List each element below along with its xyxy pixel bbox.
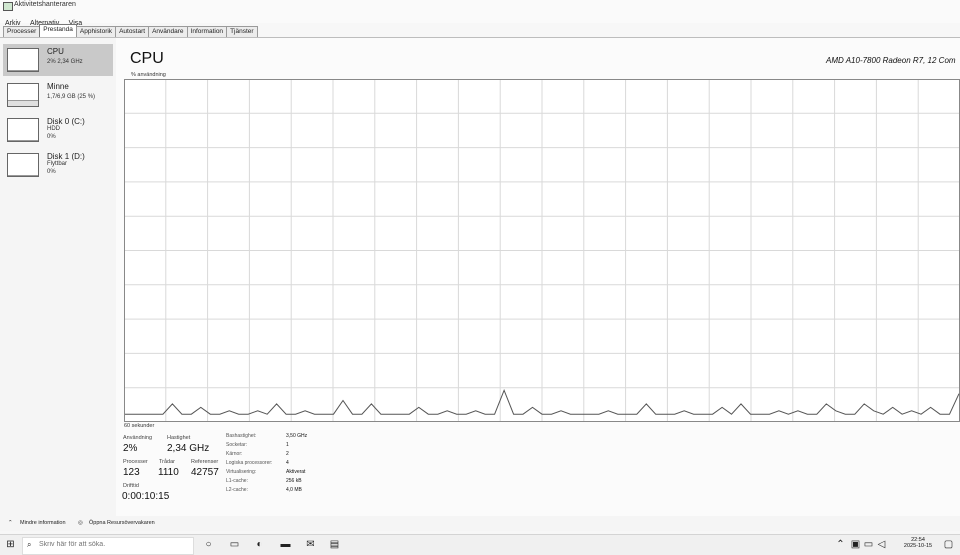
speed-label: Hastighet bbox=[167, 435, 191, 441]
uptime-label: Drifttid bbox=[123, 483, 139, 489]
sidebar-item-detail: HDD bbox=[47, 126, 60, 132]
sidebar-item-disk1[interactable]: Disk 1 (D:) Flyttbar 0% bbox=[3, 149, 113, 181]
graph-time-label: 60 sekunder bbox=[124, 423, 155, 429]
tab-information[interactable]: Information bbox=[186, 26, 228, 37]
base-speed-label: Bashastighet: bbox=[226, 433, 257, 439]
sidebar-item-detail: 1,7/6,9 GB (25 %) bbox=[47, 94, 96, 100]
tray-chevron-icon[interactable]: ⌃ bbox=[835, 539, 846, 550]
virtualization-label: Virtualisering: bbox=[226, 469, 257, 475]
cortana-icon[interactable]: ○ bbox=[203, 539, 214, 550]
sidebar-item-memory[interactable]: Minne 1,7/6,9 GB (25 %) bbox=[3, 79, 113, 111]
disk1-thumbnail bbox=[7, 153, 39, 177]
sidebar-item-detail: 2% 2,34 GHz bbox=[47, 59, 83, 65]
l2-cache-value: 4,0 MB bbox=[286, 487, 302, 493]
battery-icon[interactable]: ▭ bbox=[863, 539, 874, 550]
sidebar-item-cpu[interactable]: CPU 2% 2,34 GHz bbox=[3, 44, 113, 76]
tab-apphistorik[interactable]: Apphistorik bbox=[75, 26, 117, 37]
tab-prestanda[interactable]: Prestanda bbox=[39, 24, 77, 37]
handles-value: 42757 bbox=[191, 467, 219, 478]
usage-label: Användning bbox=[123, 435, 153, 441]
file-explorer-icon[interactable]: ▬ bbox=[280, 539, 291, 550]
sockets-label: Socketar: bbox=[226, 442, 248, 448]
task-manager-icon bbox=[3, 2, 13, 11]
fewer-details-link[interactable]: Mindre information bbox=[20, 520, 66, 526]
tab-autostart[interactable]: Autostart bbox=[115, 26, 150, 37]
edge-icon[interactable]: ◐ bbox=[254, 539, 265, 550]
tab-processer[interactable]: Processer bbox=[3, 26, 41, 37]
tab-bar: Processer Prestanda Apphistorik Autostar… bbox=[3, 24, 258, 37]
sidebar-item-detail: Flyttbar bbox=[47, 161, 68, 167]
taskbar: ⊞ ⌕ ○ ▭ ◐ ▬ ✉ ▤ ⌃ ▣ ▭ ◁ 22:54 2025-10-15… bbox=[0, 534, 960, 555]
processes-label: Processer bbox=[123, 459, 148, 465]
cpu-thumbnail bbox=[7, 48, 39, 72]
sidebar-item-disk0[interactable]: Disk 0 (C:) HDD 0% bbox=[3, 114, 113, 146]
sidebar-item-label: CPU bbox=[47, 47, 64, 56]
uptime-value: 0:00:10:15 bbox=[122, 491, 170, 502]
cores-label: Kärnor: bbox=[226, 451, 243, 457]
open-resource-monitor-link[interactable]: Öppna Resursövervakaren bbox=[89, 520, 155, 526]
sidebar-item-label: Minne bbox=[47, 82, 69, 91]
tab-tjanster[interactable]: Tjänster bbox=[226, 26, 258, 37]
base-speed-value: 3,50 GHz bbox=[286, 433, 308, 439]
taskbar-search[interactable]: ⌕ bbox=[22, 537, 194, 555]
task-manager-taskbar-icon[interactable]: ▤ bbox=[329, 539, 340, 550]
volume-icon[interactable]: ◁ bbox=[876, 539, 887, 550]
footer-links: ⌃ Mindre information ◎ Öppna Resursöverv… bbox=[0, 516, 960, 531]
virtualization-value: Aktiverat bbox=[286, 469, 306, 475]
mail-icon[interactable]: ✉ bbox=[305, 539, 316, 550]
cores-value: 2 bbox=[286, 451, 289, 457]
cpu-usage-graph bbox=[124, 79, 960, 422]
resource-sidebar: CPU 2% 2,34 GHz Minne 1,7/6,9 GB (25 %) … bbox=[0, 38, 116, 516]
start-windows-icon[interactable]: ⊞ bbox=[5, 539, 16, 550]
network-icon[interactable]: ▣ bbox=[850, 539, 861, 550]
processes-value: 123 bbox=[123, 467, 140, 478]
menu-bar: Arkiv Alternativ Visa bbox=[0, 12, 960, 27]
sidebar-item-label: Disk 0 (C:) bbox=[47, 117, 85, 126]
l2-cache-label: L2-cache: bbox=[226, 487, 248, 493]
chevron-up-icon[interactable]: ⌃ bbox=[8, 520, 13, 526]
sockets-value: 1 bbox=[286, 442, 289, 448]
sidebar-item-label: Disk 1 (D:) bbox=[47, 152, 85, 161]
l1-cache-label: L1-cache: bbox=[226, 478, 248, 484]
logical-processors-label: Logiska processorer: bbox=[226, 460, 273, 466]
cpu-model-name: AMD A10-7800 Radeon R7, 12 Com bbox=[826, 56, 956, 65]
l1-cache-value: 256 kB bbox=[286, 478, 302, 484]
clock-date: 2025-10-15 bbox=[903, 543, 933, 549]
sidebar-item-usage: 0% bbox=[47, 169, 56, 175]
task-view-icon[interactable]: ▭ bbox=[229, 539, 240, 550]
disk0-thumbnail bbox=[7, 118, 39, 142]
taskbar-clock[interactable]: 22:54 2025-10-15 bbox=[898, 537, 938, 549]
sidebar-item-usage: 0% bbox=[47, 134, 56, 140]
graph-y-label: % användning bbox=[131, 72, 166, 78]
usage-value: 2% bbox=[123, 443, 138, 454]
window-title: Aktivitetshanteraren bbox=[14, 1, 76, 8]
tab-anvandare[interactable]: Användare bbox=[148, 26, 188, 37]
page-title: CPU bbox=[130, 50, 164, 67]
notification-icon[interactable]: ▢ bbox=[943, 539, 954, 550]
taskbar-search-input[interactable] bbox=[39, 541, 189, 548]
title-bar: Aktivitetshanteraren bbox=[0, 0, 960, 12]
threads-label: Trådar bbox=[159, 459, 175, 465]
resource-monitor-icon[interactable]: ◎ bbox=[78, 520, 83, 526]
memory-thumbnail bbox=[7, 83, 39, 107]
logical-processors-value: 4 bbox=[286, 460, 289, 466]
search-icon: ⌕ bbox=[27, 540, 32, 549]
threads-value: 1110 bbox=[158, 467, 179, 478]
handles-label: Referenser bbox=[191, 459, 219, 465]
performance-panel: CPU AMD A10-7800 Radeon R7, 12 Com % anv… bbox=[116, 38, 960, 516]
speed-value: 2,34 GHz bbox=[167, 443, 210, 454]
